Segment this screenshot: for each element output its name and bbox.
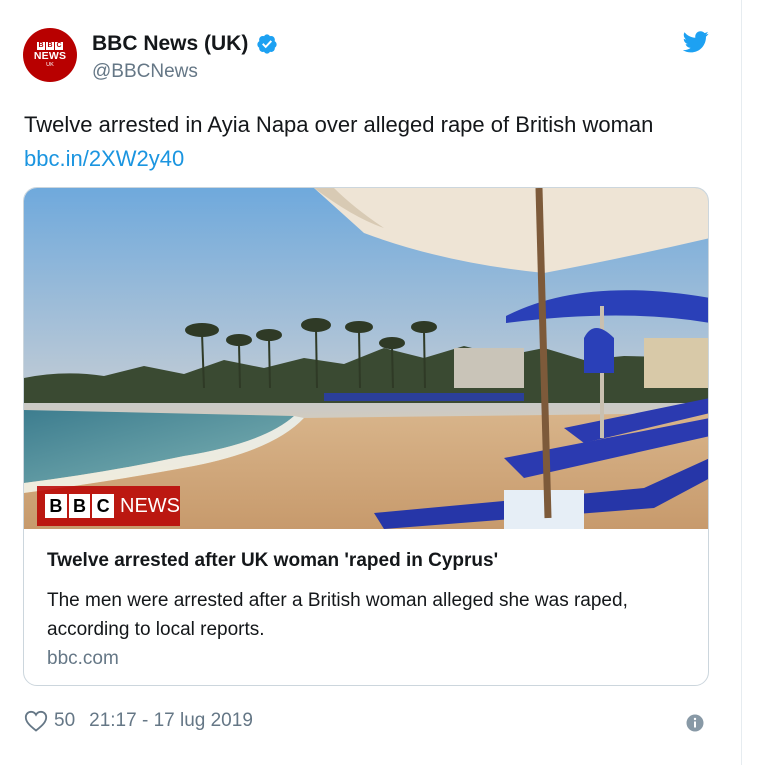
tweet-container: B B C NEWS UK BBC News (UK) @BBCNews Twe… xyxy=(0,0,742,765)
avatar-news-word: NEWS xyxy=(33,49,67,62)
avatar-bbc-blocks: B B C xyxy=(37,41,63,50)
avatar-block: C xyxy=(55,41,63,50)
tweet-body: Twelve arrested in Ayia Napa over allege… xyxy=(24,112,654,137)
avatar[interactable]: B B C NEWS UK xyxy=(23,28,77,82)
card-logo-block: C xyxy=(92,494,115,518)
avatar-region: UK xyxy=(46,61,54,68)
card-logo-word: NEWS xyxy=(120,494,181,517)
tweet-timestamp[interactable]: 21:17 - 17 lug 2019 xyxy=(89,710,253,732)
verified-badge-icon xyxy=(257,34,277,54)
card-description: The men were arrested after a British wo… xyxy=(47,590,628,640)
link-card[interactable]: B B C NEWS Twelve arrested after UK woma… xyxy=(23,187,709,686)
card-image-bbc-logo: B B C NEWS xyxy=(37,486,180,526)
card-domain: bbc.com xyxy=(47,648,119,669)
account-name-row: BBC News (UK) xyxy=(92,32,278,56)
display-name[interactable]: BBC News (UK) xyxy=(92,32,248,56)
card-logo-block: B xyxy=(45,494,67,518)
like-count[interactable]: 50 xyxy=(54,710,75,732)
card-image[interactable] xyxy=(24,188,709,529)
card-logo-block: B xyxy=(68,494,91,518)
info-icon[interactable] xyxy=(686,714,704,732)
card-title[interactable]: Twelve arrested after UK woman 'raped in… xyxy=(47,550,498,572)
twitter-bird-icon[interactable] xyxy=(683,31,709,53)
heart-icon[interactable] xyxy=(24,710,48,732)
tweet-link[interactable]: bbc.in/2XW2y40 xyxy=(24,146,184,171)
tweet-text: Twelve arrested in Ayia Napa over allege… xyxy=(24,108,664,176)
tweet-footer: 50 21:17 - 17 lug 2019 xyxy=(24,710,253,732)
avatar-block: B xyxy=(37,41,45,50)
account-handle[interactable]: @BBCNews xyxy=(92,61,198,83)
avatar-block: B xyxy=(46,41,54,50)
